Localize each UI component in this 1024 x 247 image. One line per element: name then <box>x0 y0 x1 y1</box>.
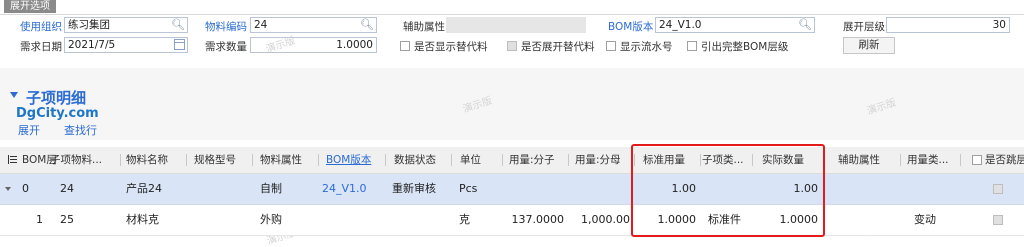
expand-substitute-checkbox[interactable] <box>507 41 517 51</box>
column-divider <box>900 154 901 166</box>
demand-date-input[interactable]: 2021/7/5 <box>64 37 188 53</box>
find-row-link[interactable]: 查找行 <box>64 122 97 138</box>
skip-level-checkbox[interactable] <box>993 215 1003 225</box>
cell-status: 重新审核 <box>392 182 436 195</box>
col-spec[interactable]: 规格型号 <box>194 147 236 173</box>
grid-header: BOM层 子项物料... 物料名称 规格型号 物料属性 BOM版本 数据状态 单… <box>0 147 1024 174</box>
cell-name: 产品24 <box>126 182 162 195</box>
cell-level: 0 <box>22 182 29 195</box>
col-usage-type[interactable]: 用量类... <box>907 147 949 173</box>
tab-expand-options[interactable]: 展开选项 <box>4 0 56 13</box>
highlight-box <box>631 144 825 237</box>
section-title: 子项明细 <box>26 89 87 107</box>
expand-level-label: 展开层级 <box>843 21 885 33</box>
show-serial-checkbox[interactable] <box>606 41 616 51</box>
column-divider <box>502 154 503 166</box>
cell-bom-version-link[interactable]: 24_V1.0 <box>322 174 367 204</box>
table-row[interactable]: 1 25 材料克 外购 克 137.0000 1,000.00 1.0000 标… <box>0 205 1024 236</box>
full-bom-checkbox[interactable] <box>687 41 697 51</box>
skip-level-header-checkbox[interactable] <box>972 155 982 165</box>
column-divider <box>120 154 121 166</box>
cell-level: 1 <box>36 213 43 226</box>
cell-code: 25 <box>60 213 74 226</box>
skip-level-checkbox[interactable] <box>993 184 1003 194</box>
demand-date-label: 需求日期 <box>20 41 62 53</box>
search-icon[interactable]: 🔍︎ <box>360 18 374 32</box>
cell-attr: 自制 <box>260 182 282 195</box>
cell-unit: Pcs <box>459 182 478 195</box>
table-row[interactable]: 0 24 产品24 自制 24_V1.0 重新审核 Pcs 1.00 1.00 <box>0 174 1024 205</box>
search-icon[interactable]: 🔍︎ <box>171 18 185 32</box>
col-aux-attr[interactable]: 辅助属性 <box>838 147 880 173</box>
col-unit[interactable]: 单位 <box>460 147 481 173</box>
bom-version-value: 24_V1.0 <box>659 19 702 31</box>
col-child-material[interactable]: 子项物料... <box>50 147 102 173</box>
column-divider <box>451 154 452 166</box>
search-icon[interactable]: 🔍︎ <box>798 18 812 32</box>
show-substitute-checkbox[interactable] <box>400 41 410 51</box>
material-code-label[interactable]: 物料编码 <box>205 19 247 34</box>
tab-bar: 展开选项 <box>0 0 1024 15</box>
bom-version-label[interactable]: BOM版本 <box>608 19 653 34</box>
cell-usage-type: 变动 <box>914 213 936 226</box>
material-code-value: 24 <box>254 19 268 31</box>
column-divider <box>385 154 386 166</box>
demand-date-value: 2021/7/5 <box>68 39 116 51</box>
col-material-name[interactable]: 物料名称 <box>126 147 168 173</box>
tree-expand-icon[interactable] <box>5 187 11 191</box>
col-skip-level[interactable]: 是否跳层 <box>985 147 1024 173</box>
org-value: 练习集团 <box>68 19 110 31</box>
cell-name: 材料克 <box>126 213 159 226</box>
aux-attr-input[interactable] <box>446 17 586 33</box>
expand-link[interactable]: 展开 <box>18 122 40 138</box>
expand-level-input[interactable]: 30 <box>886 17 1010 33</box>
column-divider <box>960 154 961 166</box>
site-watermark: DgCity.com <box>16 106 99 121</box>
column-divider <box>186 154 187 166</box>
col-material-attr[interactable]: 物料属性 <box>260 147 302 173</box>
org-input[interactable]: 练习集团 🔍︎ <box>64 17 188 33</box>
column-list-icon[interactable] <box>8 155 17 164</box>
material-code-input[interactable]: 24 🔍︎ <box>250 17 377 33</box>
demand-qty-label: 需求数量 <box>205 41 247 53</box>
org-label[interactable]: 使用组织 <box>20 19 62 34</box>
column-divider <box>568 154 569 166</box>
filter-panel: 使用组织 练习集团 🔍︎ 物料编码 24 🔍︎ 辅助属性 BOM版本 24_V1… <box>0 15 1024 68</box>
refresh-button[interactable]: 刷新 <box>843 37 895 54</box>
column-divider <box>252 154 253 166</box>
full-bom-label: 引出完整BOM层级 <box>701 41 789 53</box>
cell-attr: 外购 <box>260 213 282 226</box>
col-bom-version[interactable]: BOM版本 <box>326 147 371 173</box>
column-divider <box>318 154 319 166</box>
cell-usage-denominator: 1,000.00 <box>581 213 630 226</box>
cell-usage-numerator: 137.0000 <box>511 213 565 226</box>
calendar-icon[interactable] <box>174 39 185 50</box>
collapse-arrow-icon[interactable] <box>10 92 18 98</box>
cell-code: 24 <box>60 182 74 195</box>
col-usage-denominator[interactable]: 用量:分母 <box>575 147 621 173</box>
col-data-status[interactable]: 数据状态 <box>394 147 436 173</box>
aux-attr-label: 辅助属性 <box>403 21 445 33</box>
show-serial-label: 显示流水号 <box>620 41 673 53</box>
show-substitute-label: 是否显示替代料 <box>414 41 488 53</box>
cell-unit: 克 <box>459 213 470 226</box>
bom-version-input[interactable]: 24_V1.0 🔍︎ <box>655 17 815 33</box>
expand-substitute-label: 是否展开替代料 <box>521 41 595 53</box>
col-usage-numerator[interactable]: 用量:分子 <box>509 147 555 173</box>
